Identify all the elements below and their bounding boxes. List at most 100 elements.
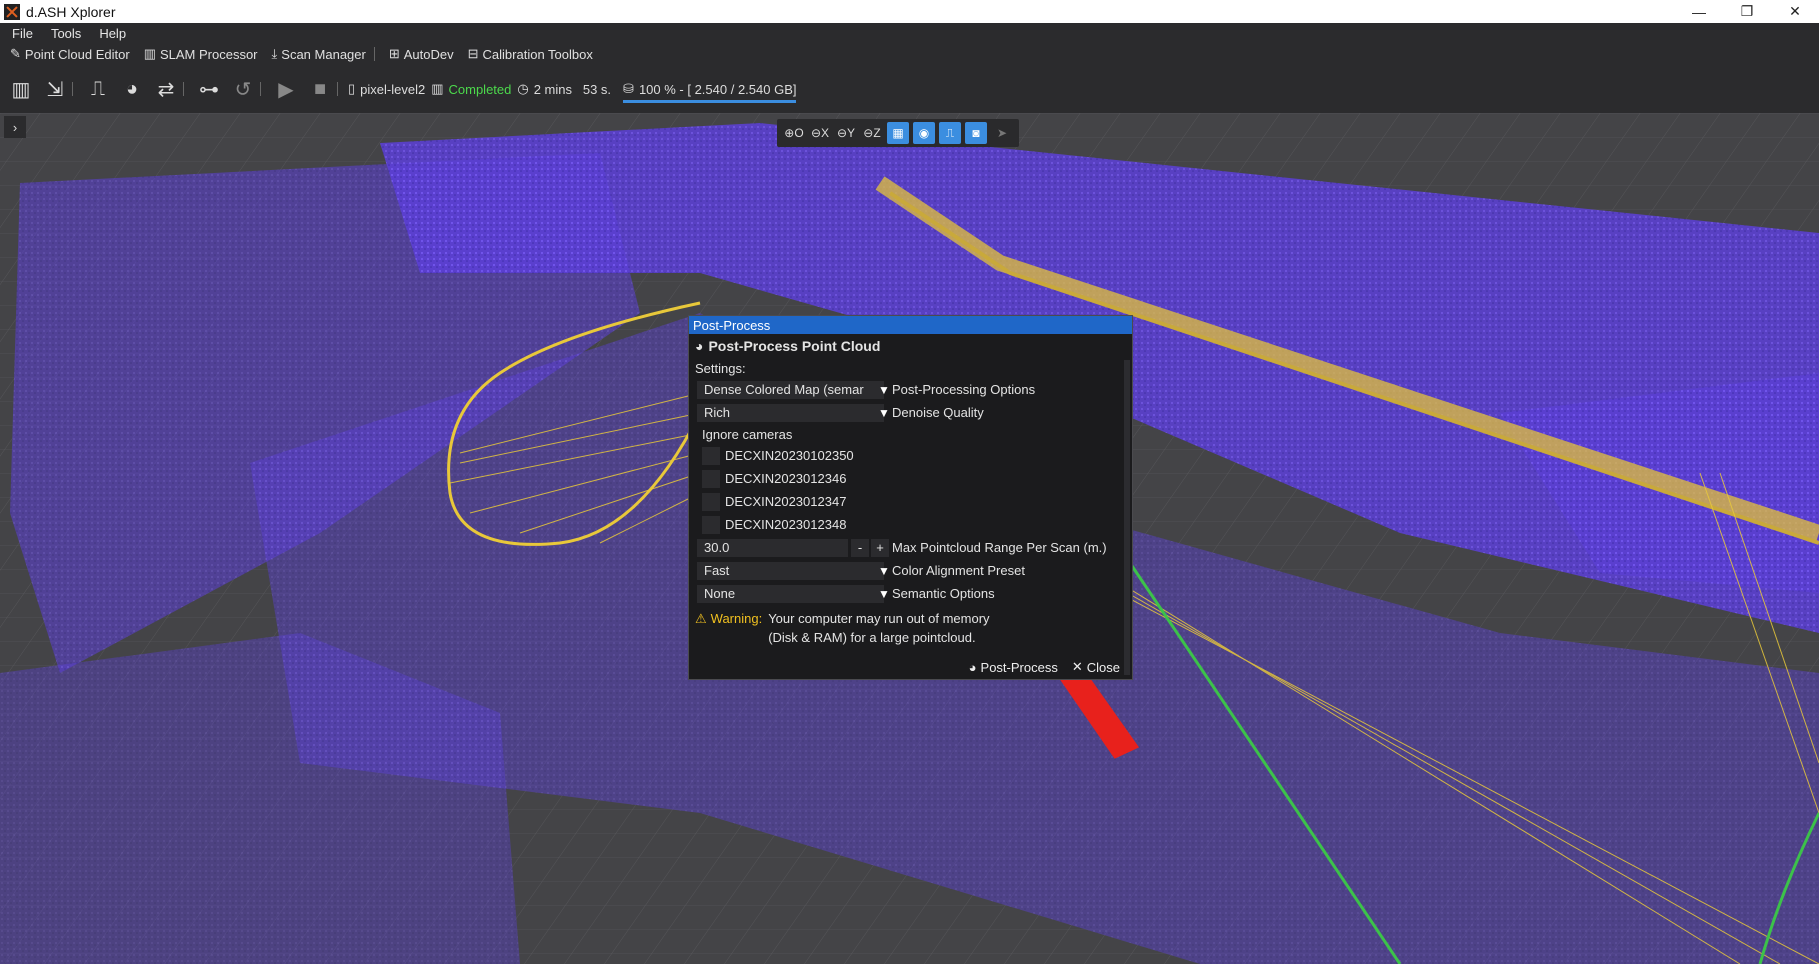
camera-label: DECXIN20230102350 [725, 448, 854, 463]
camera-checkbox[interactable] [702, 515, 720, 534]
toolbar-divider [337, 82, 338, 96]
dropdown-arrow-icon[interactable]: ▼ [876, 381, 892, 399]
dialog-scrollbar[interactable] [1124, 360, 1130, 675]
point-icon: ◉ [918, 126, 930, 140]
dialog-heading-text: Post-Process Point Cloud [708, 338, 881, 354]
menu-tools[interactable]: Tools [51, 26, 81, 41]
edit-icon: ✎ [10, 46, 21, 61]
title-bar: d.ASH Xplorer — ❐ ✕ [0, 0, 1819, 23]
navigate-icon: ➤ [996, 126, 1008, 140]
menu-file[interactable]: File [12, 26, 33, 41]
camera-label: DECXIN2023012347 [725, 494, 847, 509]
network-icon[interactable]: ⊶ [196, 76, 222, 102]
dropdown-arrow-icon[interactable]: ▼ [876, 585, 892, 603]
map-icon[interactable]: ▥ [8, 76, 34, 102]
duration-text: 2 mins 53 s. [533, 81, 612, 97]
view-orbit-button[interactable]: ⊕ O [783, 122, 805, 144]
globe-icon: ⊕ [784, 126, 795, 140]
toolbar-divider [260, 82, 261, 96]
view-z-button[interactable]: ⊖ Z [861, 122, 883, 144]
view-x-button[interactable]: ⊖ X [809, 122, 831, 144]
map-status-icon: ▥ [431, 81, 444, 96]
camera-label: DECXIN2023012348 [725, 517, 847, 532]
navigate-toggle[interactable]: ➤ [991, 122, 1013, 144]
download-icon: ⤓ [271, 46, 278, 61]
clock-icon: ◷ [517, 81, 529, 96]
storage-info: ⛁ 100 % - [ 2.540 / 2.540 GB] [623, 81, 797, 103]
toolbar-divider [72, 82, 73, 96]
robot-icon: ⊞ [388, 46, 400, 61]
camera-toggle[interactable]: ◙ [965, 122, 987, 144]
palette-icon[interactable]: ◕ [119, 76, 145, 102]
map-icon: ▥ [143, 46, 156, 61]
range-label: Max Pointcloud Range Per Scan (m.) [892, 540, 1107, 555]
minimize-button[interactable]: — [1675, 0, 1723, 23]
camera-icon: ◙ [972, 126, 980, 140]
semantic-label: Semantic Options [892, 586, 995, 601]
close-icon: ✕ [1071, 659, 1083, 674]
semantic-select[interactable]: None [697, 584, 884, 603]
autodev-button[interactable]: ⊞ AutoDev [389, 46, 454, 62]
export-icon[interactable]: ⇲ [42, 76, 68, 102]
trajectory-icon[interactable]: ⎍ [85, 76, 111, 102]
scan-manager-button[interactable]: ⤓ Scan Manager [272, 46, 366, 62]
camera-checkbox[interactable] [702, 492, 720, 511]
camera-row: DECXIN2023012348 [689, 513, 1132, 536]
trajectory-toggle[interactable]: ⎍ [939, 122, 961, 144]
calibration-toolbox-button[interactable]: ⊟ Calibration Toolbox [468, 46, 593, 62]
slam-processor-button[interactable]: ▥ SLAM Processor [144, 46, 258, 62]
color-alignment-row: Fast ▼ Color Alignment Preset [689, 559, 1132, 582]
range-row: 30.0 - + Max Pointcloud Range Per Scan (… [689, 536, 1132, 559]
main-toolbar: ▥ ⇲ ⎍ ◕ ⇄ ⊶ ↺ ▶ ■ ▯ pixel-level2 ▥ Compl… [0, 65, 1819, 113]
dialog-window-title: Post-Process [693, 317, 771, 333]
swap-icon[interactable]: ⇄ [153, 76, 179, 102]
color-alignment-select[interactable]: Fast [697, 561, 884, 580]
menu-bar: File Tools Help [0, 23, 1819, 43]
undo-icon[interactable]: ↺ [230, 76, 256, 102]
menu-help[interactable]: Help [99, 26, 126, 41]
axis-z-icon: ⊖ [863, 126, 874, 140]
camera-checkbox[interactable] [702, 469, 720, 488]
semantic-row: None ▼ Semantic Options [689, 582, 1132, 605]
trajectory-icon: ⎍ [945, 125, 955, 140]
post-processing-select[interactable]: Dense Colored Map (semar [697, 380, 884, 399]
range-input[interactable]: 30.0 [697, 538, 848, 557]
close-button[interactable]: ✕ Close [1072, 659, 1120, 675]
sidebar-expand-button[interactable]: › [4, 116, 26, 138]
storage-progress-bar [623, 100, 797, 103]
stop-icon[interactable]: ■ [307, 76, 333, 102]
warning-line-1: Your computer may run out of memory [768, 611, 990, 626]
tool-label: Scan Manager [281, 46, 366, 62]
view-label: O [794, 126, 804, 140]
camera-row: DECXIN2023012346 [689, 467, 1132, 490]
maximize-button[interactable]: ❐ [1723, 0, 1771, 23]
denoise-quality-label: Denoise Quality [892, 405, 984, 420]
close-window-button[interactable]: ✕ [1771, 0, 1819, 23]
view-label: Y [847, 126, 856, 140]
view-toolbar: ⊕ O ⊖ X ⊖ Y ⊖ Z ▦ ◉ ⎍ ◙ ➤ [777, 119, 1019, 147]
range-decrement-button[interactable]: - [851, 538, 869, 557]
close-button-label: Close [1086, 659, 1120, 675]
warning-label: Warning: [710, 611, 763, 626]
palette-icon: ◕ [968, 659, 977, 675]
denoise-quality-select[interactable]: Rich [697, 403, 884, 422]
view-y-button[interactable]: ⊖ Y [835, 122, 857, 144]
range-increment-button[interactable]: + [871, 538, 889, 557]
play-icon[interactable]: ▶ [273, 76, 299, 102]
app-logo-icon [4, 3, 20, 20]
view-label: Z [873, 126, 881, 140]
dialog-title-bar[interactable]: Post-Process [689, 316, 1132, 334]
dropdown-arrow-icon[interactable]: ▼ [876, 562, 892, 580]
post-processing-row: Dense Colored Map (semar ▼ Post-Processi… [689, 378, 1132, 401]
tool-label: Point Cloud Editor [24, 46, 130, 62]
post-process-button[interactable]: ◕ Post-Process [969, 660, 1058, 675]
grid-toggle[interactable]: ▦ [887, 122, 909, 144]
dropdown-arrow-icon[interactable]: ▼ [876, 404, 892, 422]
post-process-button-label: Post-Process [980, 659, 1058, 675]
point-cloud-editor-button[interactable]: ✎ Point Cloud Editor [10, 46, 130, 62]
tool-label: AutoDev [403, 46, 454, 62]
grid-icon: ▦ [892, 126, 904, 140]
camera-checkbox[interactable] [702, 446, 720, 465]
camera-row: DECXIN2023012347 [689, 490, 1132, 513]
points-toggle[interactable]: ◉ [913, 122, 935, 144]
